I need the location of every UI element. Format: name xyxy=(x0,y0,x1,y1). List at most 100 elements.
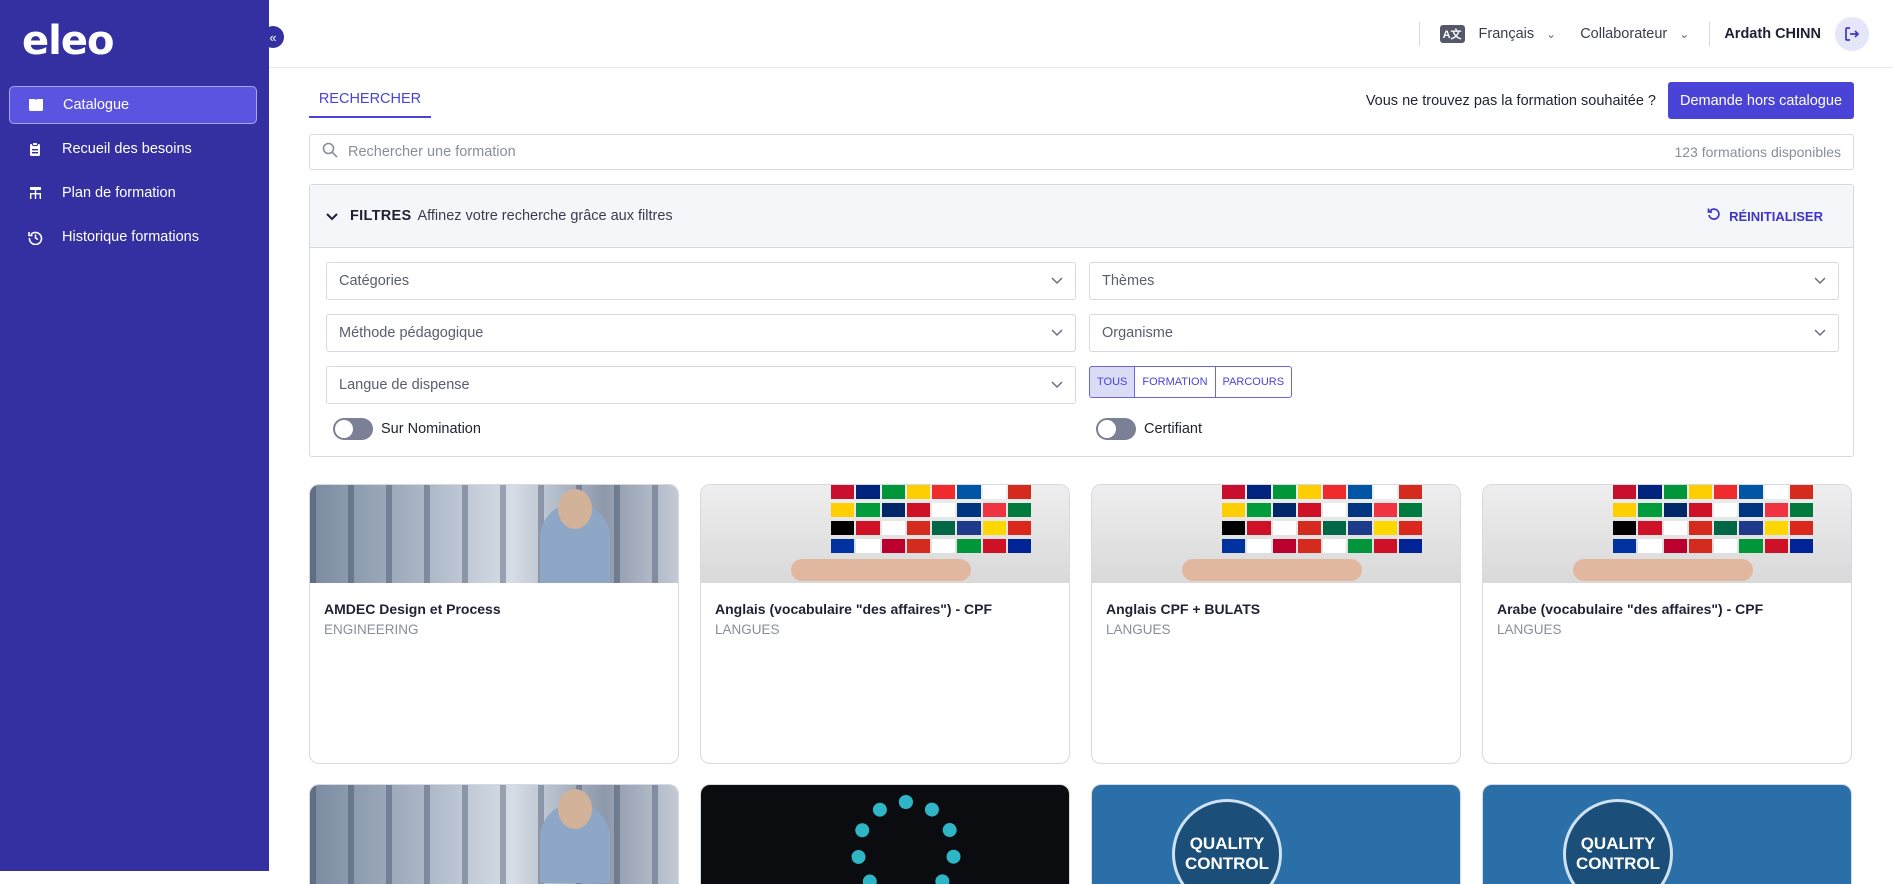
header-divider xyxy=(1418,21,1420,46)
course-image: QUALITY CONTROL xyxy=(1092,785,1460,884)
sidebar-item-recueil[interactable]: Recueil des besoins xyxy=(9,130,257,168)
top-header: A文 Français ⌄ Collaborateur ⌄ Ardath CHI… xyxy=(269,0,1893,68)
sidebar-item-label: Historique formations xyxy=(62,229,199,245)
course-card[interactable]: Arabe (vocabulaire "des affaires") - CPF… xyxy=(1482,484,1852,764)
select-value: Méthode pédagogique xyxy=(339,325,484,341)
select-value: Langue de dispense xyxy=(339,377,470,393)
formations-count: 123 formations disponibles xyxy=(1674,144,1841,160)
search-icon xyxy=(322,142,338,162)
select-value: Organisme xyxy=(1102,325,1173,341)
sidebar-nav: Catalogue Recueil des besoins Plan de fo… xyxy=(9,86,257,262)
course-image xyxy=(310,485,678,583)
request-off-catalogue-button[interactable]: Demande hors catalogue xyxy=(1668,82,1854,119)
themes-select[interactable]: Thèmes xyxy=(1089,262,1839,300)
course-card[interactable] xyxy=(700,784,1070,884)
user-name: Ardath CHINN xyxy=(1724,25,1821,42)
categories-select[interactable]: Catégories xyxy=(326,262,1076,300)
hand-shape xyxy=(1573,559,1753,581)
reset-icon xyxy=(1707,207,1721,225)
translate-icon: A文 xyxy=(1439,24,1465,43)
select-value: Thèmes xyxy=(1102,273,1155,289)
course-image xyxy=(1092,485,1460,583)
sidebar-item-plan[interactable]: Plan de formation xyxy=(9,174,257,212)
course-category: LANGUES xyxy=(715,622,780,637)
chevron-down-icon xyxy=(1051,326,1063,340)
select-value: Catégories xyxy=(339,273,410,289)
method-select[interactable]: Méthode pédagogique xyxy=(326,314,1076,352)
chevron-down-icon xyxy=(1814,274,1826,288)
role-selector[interactable]: Collaborateur ⌄ xyxy=(1580,26,1689,42)
course-category: LANGUES xyxy=(1497,622,1562,637)
role-label: Collaborateur xyxy=(1580,25,1668,42)
course-image xyxy=(701,485,1069,583)
reset-button[interactable]: RÉINITIALISER xyxy=(1707,207,1823,225)
sidebar: eleo Catalogue Recueil des besoins Plan … xyxy=(0,0,269,871)
person-head xyxy=(558,489,592,529)
chevron-down-icon xyxy=(1051,274,1063,288)
type-segmented-control: TOUS FORMATION PARCOURS xyxy=(1089,366,1293,398)
course-category: LANGUES xyxy=(1106,622,1171,637)
quality-control-badge: QUALITY CONTROL xyxy=(1172,799,1282,884)
hand-shape xyxy=(791,559,971,581)
filters-header[interactable]: FILTRES Affinez votre recherche grâce au… xyxy=(310,185,1853,248)
header-divider xyxy=(1709,21,1711,46)
eleo-logo[interactable]: eleo xyxy=(22,18,114,64)
course-card[interactable]: QUALITY CONTROL xyxy=(1091,784,1461,884)
segment-parcours[interactable]: PARCOURS xyxy=(1214,366,1293,398)
logout-icon[interactable] xyxy=(1835,16,1869,51)
chevron-down-icon xyxy=(326,209,338,224)
course-title: Anglais (vocabulaire "des affaires") - C… xyxy=(715,601,993,617)
not-found-text: Vous ne trouvez pas la formation souhait… xyxy=(1365,93,1656,109)
course-card[interactable]: QUALITY CONTROL xyxy=(1482,784,1852,884)
language-select[interactable]: Langue de dispense xyxy=(326,366,1076,404)
chevron-down-icon: ⌄ xyxy=(1679,26,1690,41)
flags-illustration xyxy=(1613,485,1813,555)
course-card[interactable]: Anglais (vocabulaire "des affaires") - C… xyxy=(700,484,1070,764)
nomination-toggle-row: Sur Nomination xyxy=(333,418,481,440)
course-card[interactable]: AMDEC Design et Process ENGINEERING xyxy=(309,484,679,764)
hand-shape xyxy=(1182,559,1362,581)
language-label: Français xyxy=(1478,25,1535,42)
search-bar: 123 formations disponibles xyxy=(309,134,1854,170)
course-image xyxy=(1483,485,1851,583)
sidebar-item-label: Plan de formation xyxy=(62,185,176,201)
language-selector[interactable]: A文 Français ⌄ xyxy=(1439,24,1557,43)
course-title: Anglais CPF + BULATS xyxy=(1106,601,1261,617)
organism-select[interactable]: Organisme xyxy=(1089,314,1839,352)
history-icon xyxy=(26,230,44,245)
chevron-down-icon xyxy=(1051,378,1063,392)
segment-tous[interactable]: TOUS xyxy=(1089,366,1136,398)
segment-formation[interactable]: FORMATION xyxy=(1134,366,1216,398)
nomination-label: Sur Nomination xyxy=(381,421,481,437)
certifiant-toggle-row: Certifiant xyxy=(1096,418,1202,440)
nomination-toggle[interactable] xyxy=(333,418,373,440)
course-image: QUALITY CONTROL xyxy=(1483,785,1851,884)
course-category: ENGINEERING xyxy=(324,622,419,637)
course-title: Arabe (vocabulaire "des affaires") - CPF xyxy=(1497,601,1764,617)
course-title: AMDEC Design et Process xyxy=(324,601,501,617)
clipboard-icon xyxy=(26,141,44,157)
course-image xyxy=(701,785,1069,884)
quality-control-badge: QUALITY CONTROL xyxy=(1563,799,1673,884)
flags-illustration xyxy=(831,485,1031,555)
tab-rechercher[interactable]: RECHERCHER xyxy=(309,82,431,118)
sidebar-item-label: Catalogue xyxy=(63,97,130,113)
search-input[interactable] xyxy=(346,143,1675,161)
flags-illustration xyxy=(1222,485,1422,555)
filters-title: FILTRES xyxy=(350,208,412,224)
course-image xyxy=(310,785,678,884)
course-card[interactable]: Anglais CPF + BULATS LANGUES xyxy=(1091,484,1461,764)
chevron-down-icon: ⌄ xyxy=(1546,26,1557,41)
chevron-down-icon xyxy=(1814,326,1826,340)
sidebar-item-catalogue[interactable]: Catalogue xyxy=(9,86,257,124)
certifiant-label: Certifiant xyxy=(1144,421,1203,437)
filters-subtitle: Affinez votre recherche grâce aux filtre… xyxy=(417,208,673,224)
sidebar-item-historique[interactable]: Historique formations xyxy=(9,218,257,256)
filters-panel: FILTRES Affinez votre recherche grâce au… xyxy=(309,184,1854,457)
reset-label: RÉINITIALISER xyxy=(1729,208,1823,224)
org-chart-icon xyxy=(26,186,44,200)
collapse-sidebar-icon[interactable]: « xyxy=(262,26,284,48)
sidebar-item-label: Recueil des besoins xyxy=(62,141,192,157)
certifiant-toggle[interactable] xyxy=(1096,418,1136,440)
course-card[interactable] xyxy=(309,784,679,884)
